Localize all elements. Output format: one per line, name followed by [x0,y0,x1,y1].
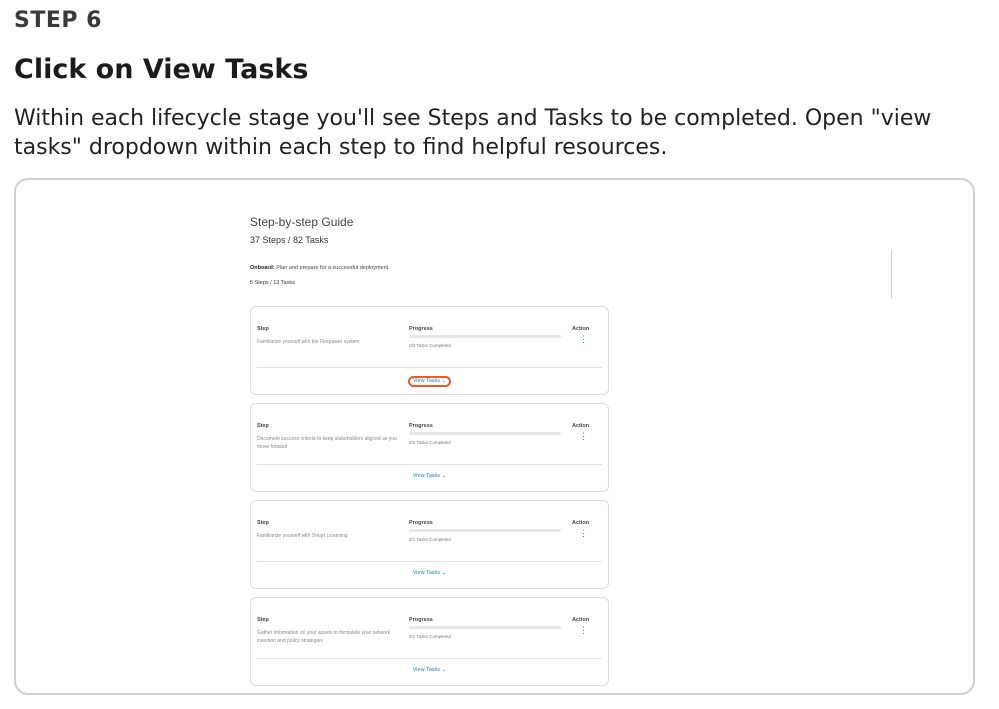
instruction-text: Within each lifecycle stage you'll see S… [14,106,932,160]
chevron-down-icon: ⌄ [442,570,447,576]
col-header-progress: Progress [409,423,433,429]
progress-text: 0/1 Tasks Completed [409,537,451,542]
step-description: Document success criteria to keep stakeh… [257,436,397,450]
divider [257,561,602,562]
kebab-menu-icon[interactable]: ⋮ [579,432,588,441]
col-header-progress: Progress [409,326,433,332]
view-tasks-button[interactable]: View Tasks ⌄ [251,570,608,576]
step-label: STEP 6 [14,8,102,33]
step-card: Step Progress Action Familiarize yoursel… [250,306,609,395]
view-tasks-label: View Tasks [412,570,441,576]
chevron-down-icon: ⌄ [442,473,447,479]
col-header-step: Step [257,423,269,429]
view-tasks-label: View Tasks [412,473,441,479]
col-header-action: Action [572,520,590,526]
step-card: Step Progress Action Gather information … [250,597,609,686]
view-tasks-button[interactable]: View Tasks ⌄ [251,473,608,479]
progress-text: 0/3 Tasks Completed [409,343,451,348]
kebab-menu-icon[interactable]: ⋮ [579,335,588,344]
view-tasks-label: View Tasks [412,667,441,673]
progress-bar [409,432,561,435]
chevron-down-icon: ⌄ [442,378,447,384]
guide-count: 37 Steps / 82 Tasks [250,235,329,245]
step-card: Step Progress Action Document success cr… [250,403,609,492]
col-header-progress: Progress [409,520,433,526]
screenshot-frame: Step-by-step Guide 37 Steps / 82 Tasks O… [14,178,975,695]
divider [257,367,602,368]
onboard-count: 5 Steps / 13 Tasks [250,280,295,286]
col-header-action: Action [572,326,590,332]
col-header-action: Action [572,423,590,429]
step-description: Gather information on your assets to for… [257,630,391,644]
view-tasks-label: View Tasks [412,378,441,384]
progress-bar [409,335,561,338]
progress-text: 0/2 Tasks Completed [409,440,451,445]
chevron-down-icon: ⌄ [442,667,447,673]
step-description: Familiarize yourself with the Firepower … [257,339,360,345]
onboard-stage: Onboard: Plan and prepare for a successf… [250,265,390,271]
view-tasks-button[interactable]: View Tasks ⌄ [251,667,608,673]
scrollbar[interactable] [891,250,892,298]
col-header-step: Step [257,617,269,623]
divider [257,658,602,659]
guide-title: Step-by-step Guide [250,215,354,229]
page-title: Click on View Tasks [14,54,309,85]
divider [257,464,602,465]
progress-bar [409,626,561,629]
progress-text: 0/1 Tasks Completed [409,634,451,639]
highlight-ring: View Tasks ⌄ [407,376,452,387]
col-header-step: Step [257,326,269,332]
col-header-progress: Progress [409,617,433,623]
col-header-action: Action [572,617,590,623]
view-tasks-button-highlighted[interactable]: View Tasks ⌄ [251,376,608,387]
step-card: Step Progress Action Familiarize yoursel… [250,500,609,589]
kebab-menu-icon[interactable]: ⋮ [579,529,588,538]
progress-bar [409,529,561,532]
kebab-menu-icon[interactable]: ⋮ [579,626,588,635]
onboard-text: Plan and prepare for a successful deploy… [276,265,390,271]
step-description: Familiarize yourself with Smart Licensin… [257,533,348,539]
col-header-step: Step [257,520,269,526]
onboard-label: Onboard: [250,265,275,271]
